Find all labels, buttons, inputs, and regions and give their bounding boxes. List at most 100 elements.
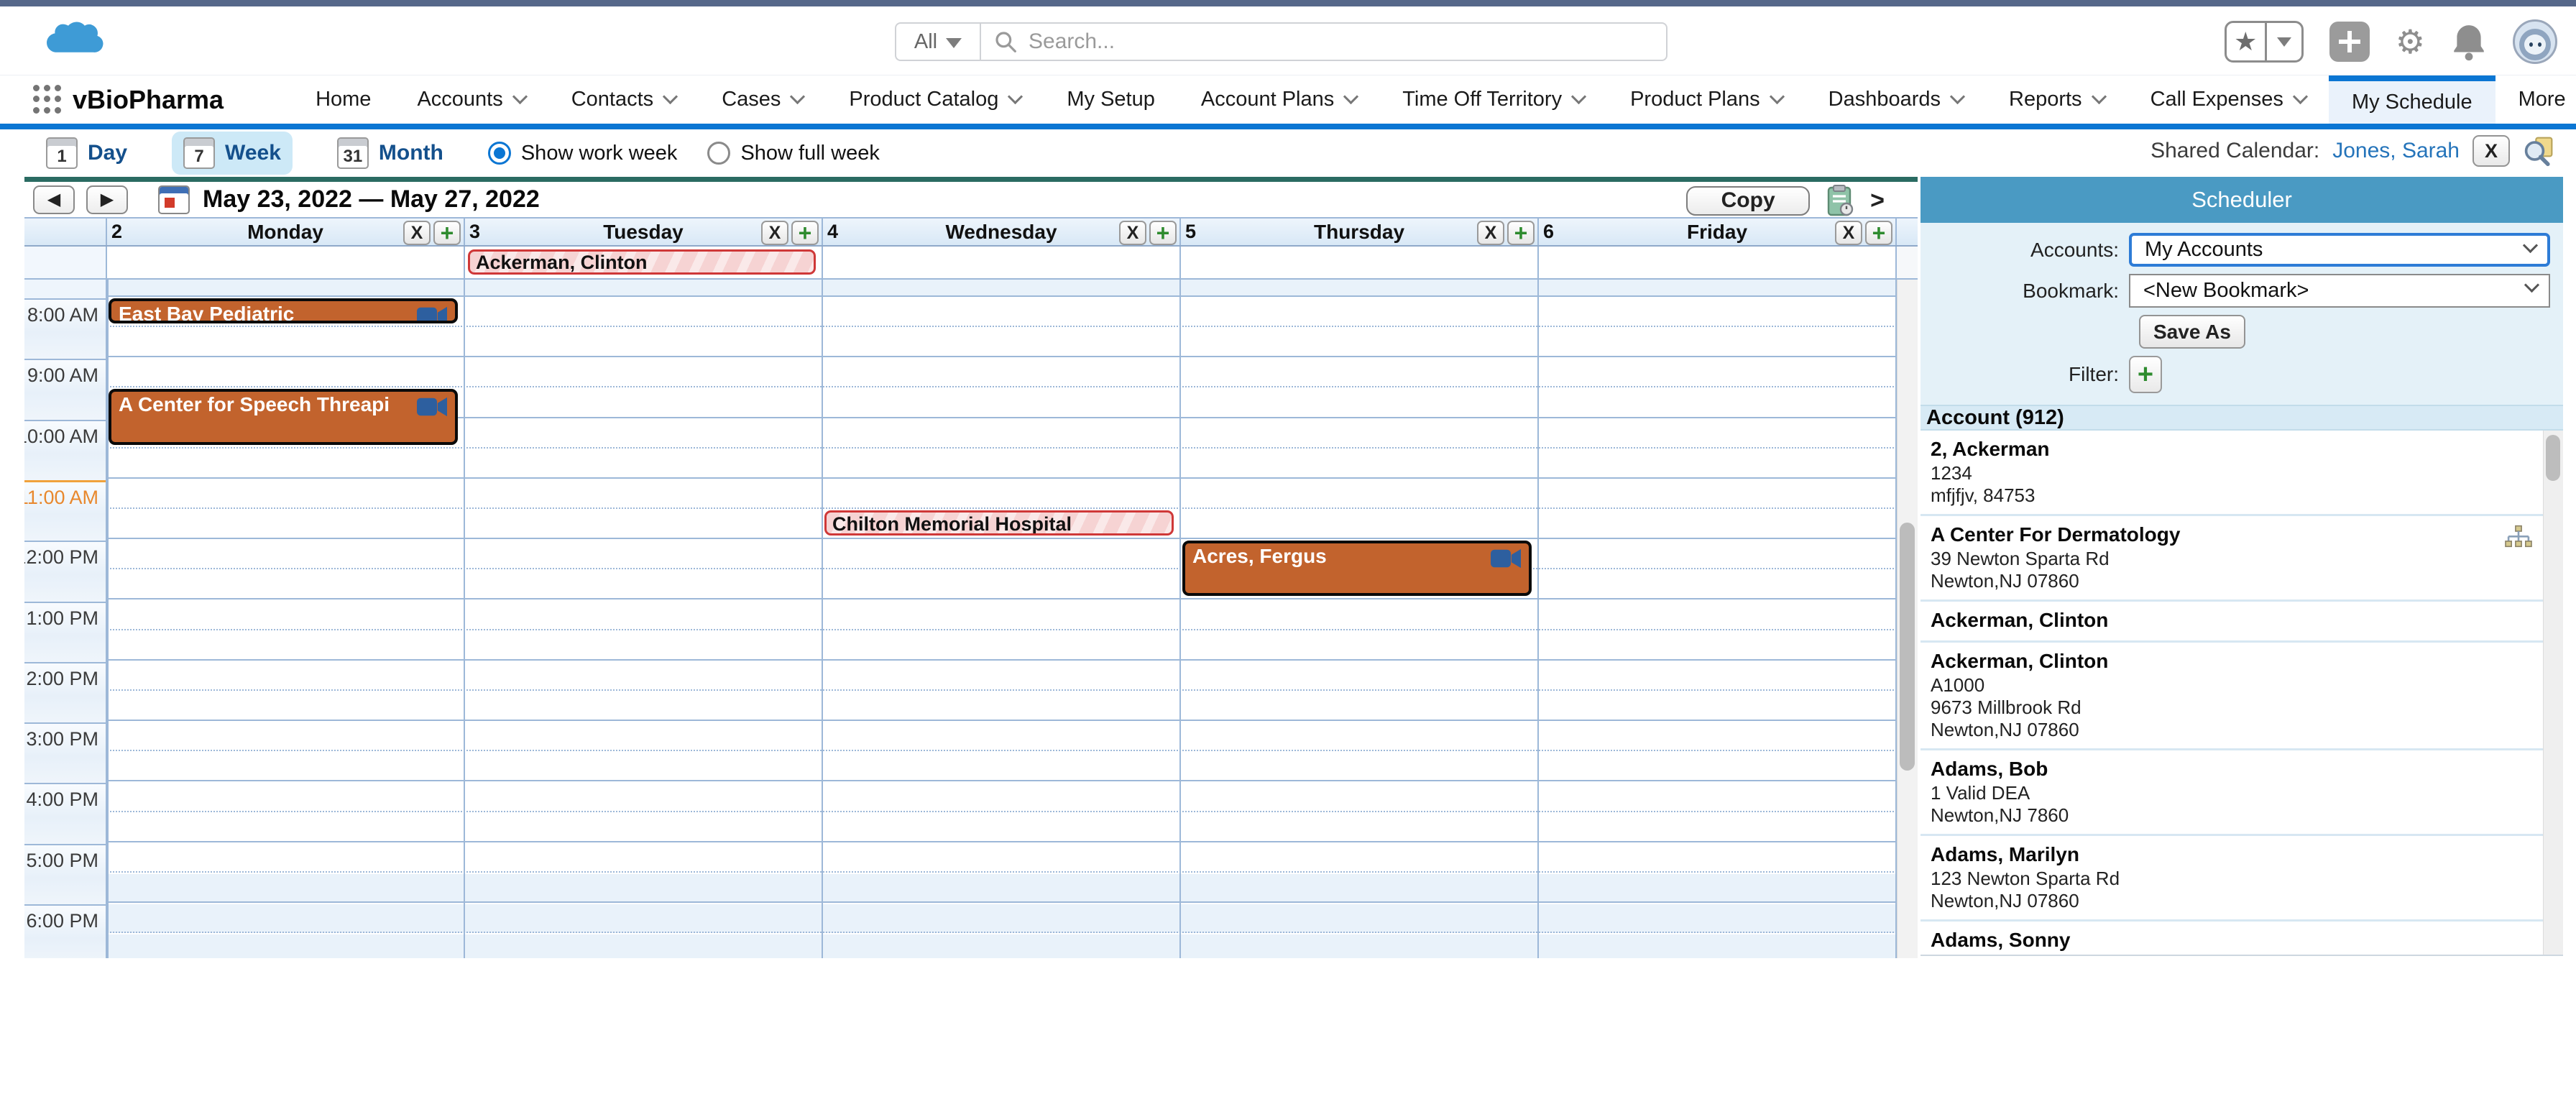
setup-gear-icon[interactable]: ⚙ <box>2396 25 2425 58</box>
all-day-event[interactable]: Ackerman, Clinton <box>468 249 816 275</box>
radio-unselected-icon <box>707 142 730 165</box>
calendar-vertical-scrollbar[interactable] <box>1897 280 1918 958</box>
grid-row <box>107 450 1897 479</box>
calendar-event[interactable]: East Bay Pediatric <box>109 298 458 323</box>
account-detail-line: A1000 <box>1931 674 2533 697</box>
grid-row <box>107 571 1897 599</box>
scrollbar-thumb[interactable] <box>1900 523 1915 771</box>
time-label-row: 1:00 PM <box>24 602 106 662</box>
next-week-button[interactable]: ▶ <box>86 185 128 214</box>
nav-item-cases[interactable]: Cases <box>699 75 826 124</box>
view-button-week[interactable]: 7Week <box>172 132 293 175</box>
app-launcher-waffle-icon[interactable] <box>33 85 61 114</box>
calendar-event[interactable]: Chilton Memorial Hospital <box>824 510 1174 536</box>
grid-row <box>107 480 1897 509</box>
date-picker-icon[interactable] <box>158 185 190 214</box>
nav-item-product-plans[interactable]: Product Plans <box>1607 75 1806 124</box>
add-filter-button[interactable]: + <box>2129 356 2162 393</box>
grid-row <box>107 814 1897 842</box>
video-camera-icon <box>416 397 448 422</box>
add-event-button[interactable]: + <box>791 221 819 245</box>
account-list-item[interactable]: A Center For Dermatology39 Newton Sparta… <box>1920 516 2543 602</box>
app-page: All Search... ★ ⚙ <box>0 0 2576 1112</box>
account-list-item[interactable]: 2, Ackerman1234mfjfjv, 84753 <box>1920 431 2543 516</box>
day-header-monday: 2MondayX+ <box>107 219 465 245</box>
time-grid: 8:00 AM9:00 AM10:00 AM11:00 AM12:00 PM1:… <box>24 280 1918 958</box>
video-camera-icon <box>416 306 448 323</box>
remove-day-button[interactable]: X <box>1477 221 1504 245</box>
copy-schedule-clipboard-icon[interactable] <box>1826 185 1854 216</box>
add-event-button[interactable]: + <box>1149 221 1177 245</box>
nav-item-contacts[interactable]: Contacts <box>548 75 699 124</box>
time-label-row: 10:00 AM <box>24 420 106 480</box>
notifications-bell-icon[interactable] <box>2451 22 2487 61</box>
account-list-item[interactable]: Ackerman, Clinton <box>1920 602 2543 643</box>
calendar-event[interactable]: A Center for Speech Threapi <box>109 389 458 444</box>
shared-calendar-user-link[interactable]: Jones, Sarah <box>2332 139 2460 163</box>
all-day-cell-thursday[interactable] <box>1181 247 1539 278</box>
all-day-cell-friday[interactable] <box>1539 247 1897 278</box>
remove-day-button[interactable]: X <box>1119 221 1146 245</box>
day-header-wednesday: 4WednesdayX+ <box>823 219 1181 245</box>
time-label: 2:00 PM <box>26 668 98 690</box>
nav-item-label: Cases <box>722 88 781 111</box>
hierarchy-icon[interactable] <box>2504 525 2533 554</box>
add-event-button[interactable]: + <box>433 221 461 245</box>
accounts-select[interactable]: My Accounts <box>2129 233 2550 267</box>
nav-item-my-setup[interactable]: My Setup <box>1044 75 1178 124</box>
nav-item-my-schedule[interactable]: My Schedule <box>2329 75 2496 124</box>
column-divider <box>107 280 109 958</box>
search-input[interactable]: Search... <box>980 22 1668 61</box>
account-name: Adams, Bob <box>1931 756 2533 782</box>
favorites-caret-button[interactable] <box>2267 23 2301 60</box>
nav-item-call-expenses[interactable]: Call Expenses <box>2128 75 2329 124</box>
star-icon[interactable]: ★ <box>2227 23 2267 60</box>
nav-item-accounts[interactable]: Accounts <box>394 75 548 124</box>
nav-item-product-catalog[interactable]: Product Catalog <box>826 75 1044 124</box>
account-list-scrollbar[interactable] <box>2543 431 2563 955</box>
expand-panel-arrow[interactable]: > <box>1870 187 1885 215</box>
remove-day-button[interactable]: X <box>1835 221 1862 245</box>
account-list-item[interactable]: Ackerman, ClintonA10009673 Millbrook RdN… <box>1920 643 2543 750</box>
all-day-cell-wednesday[interactable] <box>823 247 1181 278</box>
view-button-month[interactable]: 31Month <box>326 132 455 175</box>
show-full-week-radio[interactable]: Show full week <box>707 142 879 165</box>
copy-button[interactable]: Copy <box>1686 186 1810 216</box>
global-add-button[interactable] <box>2329 22 2370 62</box>
day-header-thursday: 5ThursdayX+ <box>1181 219 1539 245</box>
all-day-cell-tuesday[interactable]: Ackerman, Clinton <box>465 247 823 278</box>
chevron-down-icon <box>1571 89 1586 104</box>
account-list-item[interactable]: Adams, Marilyn123 Newton Sparta RdNewton… <box>1920 836 2543 922</box>
show-work-week-radio[interactable]: Show work week <box>488 142 678 165</box>
nav-item-dashboards[interactable]: Dashboards <box>1806 75 1986 124</box>
user-avatar[interactable] <box>2513 19 2557 64</box>
remove-day-button[interactable]: X <box>761 221 788 245</box>
account-list-item[interactable]: Adams, Bob1 Valid DEANewton,NJ 7860 <box>1920 750 2543 836</box>
bookmark-select[interactable]: <New Bookmark> <box>2129 274 2550 308</box>
nav-item-time-off-territory[interactable]: Time Off Territory <box>1379 75 1607 124</box>
account-list-item[interactable]: Adams, Sonny1 Valid DEA, Valid RegularNe… <box>1920 922 2543 955</box>
time-gutter: 8:00 AM9:00 AM10:00 AM11:00 AM12:00 PM1:… <box>24 280 107 958</box>
all-day-gutter <box>24 247 107 278</box>
scrollbar-thumb[interactable] <box>2546 435 2560 481</box>
nav-item-label: Account Plans <box>1201 88 1334 111</box>
all-day-cell-monday[interactable] <box>107 247 465 278</box>
view-button-day[interactable]: 1Day <box>34 132 139 175</box>
previous-week-button[interactable]: ◀ <box>33 185 75 214</box>
calendar-event[interactable]: Acres, Fergus <box>1182 541 1532 596</box>
add-event-button[interactable]: + <box>1865 221 1892 245</box>
remove-day-button[interactable]: X <box>403 221 431 245</box>
favorites-button[interactable]: ★ <box>2225 21 2304 63</box>
nav-item-account-plans[interactable]: Account Plans <box>1178 75 1379 124</box>
grid-row <box>107 602 1897 630</box>
save-as-button[interactable]: Save As <box>2139 315 2245 349</box>
day-grid-area[interactable]: East Bay Pediatric A Center for Speech Th… <box>107 280 1897 958</box>
nav-item-home[interactable]: Home <box>293 75 394 124</box>
nav-item-reports[interactable]: Reports <box>1986 75 2128 124</box>
nav-item-more[interactable]: More <box>2496 75 2576 124</box>
add-event-button[interactable]: + <box>1507 221 1535 245</box>
calendar-lookup-icon[interactable] <box>2523 135 2554 167</box>
grid-row <box>107 783 1897 812</box>
remove-shared-calendar-button[interactable]: X <box>2472 135 2510 167</box>
search-scope-dropdown[interactable]: All <box>895 22 980 61</box>
